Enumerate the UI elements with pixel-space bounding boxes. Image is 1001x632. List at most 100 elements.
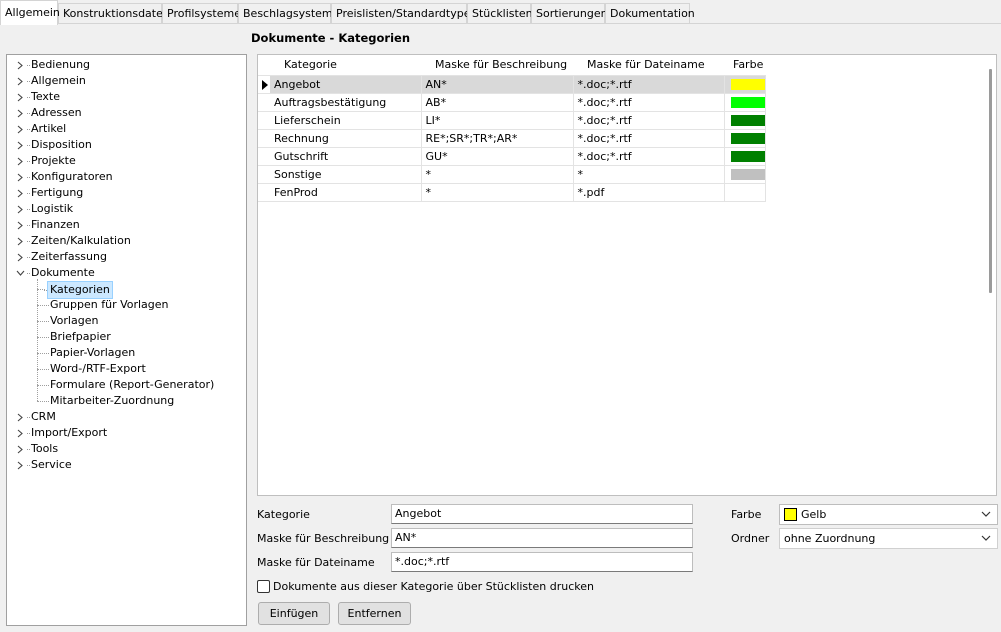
- cell-beschreibung[interactable]: GU*: [421, 147, 574, 166]
- table-row[interactable]: Sonstige * *: [258, 165, 766, 184]
- chevron-right-icon[interactable]: [15, 121, 25, 137]
- cell-farbe[interactable]: [724, 93, 766, 112]
- tab-bar: Allgemein Konstruktionsdaten Profilsysteme…: [0, 0, 1001, 25]
- table-row[interactable]: FenProd * *.pdf: [258, 183, 766, 202]
- chevron-right-icon[interactable]: [15, 89, 25, 105]
- kategorie-label: Kategorie: [257, 508, 310, 521]
- cell-dateiname[interactable]: *.doc;*.rtf: [573, 147, 725, 166]
- tab-beschlagsysteme[interactable]: Beschlagsysteme: [238, 3, 339, 24]
- cell-kategorie[interactable]: Auftragsbestätigung: [270, 93, 422, 112]
- cell-beschreibung[interactable]: AN*: [421, 75, 574, 94]
- settings-tree[interactable]: Bedienung Allgemein Texte Adressen Artikel Di…: [6, 54, 247, 626]
- row-indicator: [258, 183, 270, 202]
- chevron-right-icon[interactable]: [15, 169, 25, 185]
- chevron-down-icon: [981, 535, 991, 541]
- cell-dateiname[interactable]: *: [573, 165, 725, 184]
- tree-item-label: Gruppen für Vorlagen: [46, 298, 169, 311]
- tab-konstruktionsdaten[interactable]: Konstruktionsdaten: [58, 3, 170, 24]
- table-row[interactable]: Lieferschein LI* *.doc;*.rtf: [258, 111, 766, 130]
- chevron-right-icon[interactable]: [15, 73, 25, 89]
- insert-button[interactable]: Einfügen: [258, 602, 330, 625]
- chevron-right-icon[interactable]: [15, 233, 25, 249]
- column-header-kategorie[interactable]: Kategorie: [270, 55, 421, 76]
- tree-item-label: CRM: [27, 410, 56, 423]
- chevron-right-icon[interactable]: [15, 409, 25, 425]
- color-swatch: [730, 97, 765, 108]
- cell-dateiname[interactable]: *.doc;*.rtf: [573, 75, 725, 94]
- tree-connector: [37, 279, 38, 401]
- kategorie-field[interactable]: Angebot: [391, 504, 693, 524]
- tree-connector: [37, 353, 45, 354]
- table-row[interactable]: Auftragsbestätigung AB* *.doc;*.rtf: [258, 93, 766, 112]
- tab-profilsysteme[interactable]: Profilsysteme: [162, 3, 241, 24]
- tab-dokumentation[interactable]: Dokumentation: [605, 3, 695, 24]
- table-row[interactable]: Rechnung RE*;SR*;TR*;AR* *.doc;*.rtf: [258, 129, 766, 148]
- tab-preislisten-standardtypen[interactable]: Preislisten/Standardtypen: [331, 3, 477, 24]
- tab-allgemein[interactable]: Allgemein: [0, 0, 60, 25]
- cell-farbe[interactable]: [724, 183, 766, 202]
- cell-dateiname[interactable]: *.doc;*.rtf: [573, 111, 725, 130]
- tree-item-label: Vorlagen: [45, 314, 99, 327]
- print-checkbox-label[interactable]: Dokumente aus dieser Kategorie über Stüc…: [273, 580, 594, 593]
- cell-dateiname[interactable]: *.doc;*.rtf: [573, 93, 725, 112]
- ordner-select[interactable]: ohne Zuordnung: [779, 528, 998, 549]
- column-header-farbe[interactable]: Farbe: [724, 55, 765, 76]
- categories-grid[interactable]: Kategorie Maske für Beschreibung Maske f…: [257, 54, 997, 496]
- tree-connector: [37, 337, 45, 338]
- cell-beschreibung[interactable]: LI*: [421, 111, 574, 130]
- chevron-right-icon[interactable]: [15, 249, 25, 265]
- cell-kategorie[interactable]: Rechnung: [270, 129, 422, 148]
- chevron-right-icon[interactable]: [15, 57, 25, 73]
- tree-item-label: Allgemein: [27, 74, 86, 87]
- ordner-value: ohne Zuordnung: [784, 532, 876, 545]
- table-row[interactable]: Gutschrift GU* *.doc;*.rtf: [258, 147, 766, 166]
- tree-item-label: Projekte: [27, 154, 76, 167]
- chevron-right-icon[interactable]: [15, 441, 25, 457]
- remove-button[interactable]: Entfernen: [338, 602, 411, 625]
- cell-kategorie[interactable]: Gutschrift: [270, 147, 422, 166]
- chevron-right-icon[interactable]: [15, 201, 25, 217]
- tab-st-cklisten[interactable]: Stücklisten: [467, 3, 533, 24]
- cell-beschreibung[interactable]: RE*;SR*;TR*;AR*: [421, 129, 574, 148]
- color-swatch: [730, 169, 765, 180]
- cell-beschreibung[interactable]: *: [421, 183, 574, 202]
- cell-kategorie[interactable]: Sonstige: [270, 165, 422, 184]
- cell-kategorie[interactable]: Angebot: [270, 75, 422, 94]
- cell-beschreibung[interactable]: AB*: [421, 93, 574, 112]
- cell-dateiname[interactable]: *.pdf: [573, 183, 725, 202]
- beschreibung-field[interactable]: AN*: [391, 528, 693, 548]
- dateiname-field[interactable]: *.doc;*.rtf: [391, 552, 693, 572]
- chevron-right-icon[interactable]: [15, 105, 25, 121]
- cell-kategorie[interactable]: FenProd: [270, 183, 422, 202]
- farbe-value: Gelb: [801, 508, 827, 521]
- farbe-select[interactable]: Gelb: [779, 504, 998, 525]
- chevron-down-icon[interactable]: [15, 265, 25, 281]
- print-checkbox[interactable]: [257, 580, 270, 593]
- chevron-right-icon[interactable]: [15, 425, 25, 441]
- cell-farbe[interactable]: [724, 129, 766, 148]
- chevron-right-icon[interactable]: [15, 153, 25, 169]
- section-title: Dokumente - Kategorien: [251, 31, 411, 45]
- chevron-down-icon: [981, 511, 991, 517]
- cell-beschreibung[interactable]: *: [421, 165, 574, 184]
- cell-farbe[interactable]: [724, 111, 766, 130]
- chevron-right-icon[interactable]: [15, 185, 25, 201]
- cell-kategorie[interactable]: Lieferschein: [270, 111, 422, 130]
- cell-farbe[interactable]: [724, 147, 766, 166]
- tree-connector: [37, 305, 45, 306]
- grid-scrollbar[interactable]: [989, 69, 992, 293]
- table-row[interactable]: Angebot AN* *.doc;*.rtf: [258, 75, 766, 94]
- cell-farbe[interactable]: [724, 75, 766, 94]
- tree-connector: [37, 321, 45, 322]
- cell-dateiname[interactable]: *.doc;*.rtf: [573, 129, 725, 148]
- tree-item-label: Papier-Vorlagen: [45, 346, 136, 359]
- tree-item-label: Konfiguratoren: [27, 170, 113, 183]
- column-header-dateiname[interactable]: Maske für Dateiname: [573, 55, 724, 76]
- column-header-beschreibung[interactable]: Maske für Beschreibung: [421, 55, 573, 76]
- chevron-right-icon[interactable]: [15, 217, 25, 233]
- cell-farbe[interactable]: [724, 165, 766, 184]
- row-indicator: [258, 75, 270, 94]
- tab-sortierungen[interactable]: Sortierungen: [531, 3, 608, 24]
- chevron-right-icon[interactable]: [15, 137, 25, 153]
- chevron-right-icon[interactable]: [15, 457, 25, 473]
